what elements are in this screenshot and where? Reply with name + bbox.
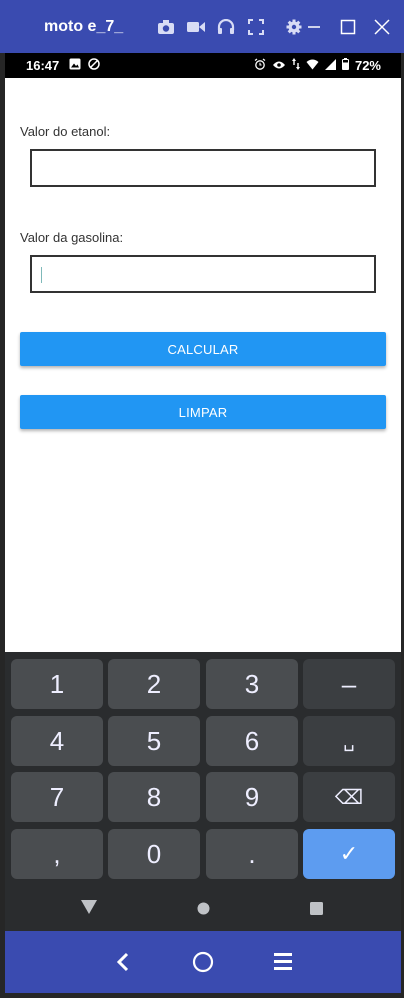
key-6[interactable]: 6 — [206, 716, 298, 766]
emulator-frame: moto e_7_ 16:47 72% Valor do etanol: Val… — [0, 0, 404, 998]
status-time: 16:47 — [26, 58, 60, 73]
key-3[interactable]: 3 — [206, 659, 298, 709]
menu-icon[interactable] — [274, 953, 292, 975]
fullscreen-icon[interactable] — [246, 17, 266, 37]
key-7[interactable]: 7 — [11, 772, 103, 822]
battery-percentage: 72% — [354, 58, 381, 73]
key-5[interactable]: 5 — [108, 716, 200, 766]
gasoline-label: Valor da gasolina: — [20, 230, 124, 245]
gear-icon[interactable] — [284, 17, 304, 37]
key-enter[interactable]: ✓ — [303, 829, 395, 879]
app-content: Valor do etanol: Valor da gasolina: CALC… — [5, 78, 401, 652]
key-comma[interactable]: , — [11, 829, 103, 879]
alarm-icon — [254, 58, 266, 73]
key-minus[interactable]: – — [303, 659, 395, 709]
signal-icon — [324, 58, 336, 73]
android-nav-bar — [5, 883, 401, 931]
headphones-icon[interactable] — [216, 17, 236, 37]
calculate-button[interactable]: CALCULAR — [20, 332, 386, 366]
ethanol-label: Valor do etanol: — [20, 124, 111, 139]
close-icon[interactable] — [372, 17, 392, 37]
eye-icon — [272, 58, 286, 73]
device-title: moto e_7_ — [44, 17, 124, 35]
key-1[interactable]: 1 — [11, 659, 103, 709]
camera-icon[interactable] — [156, 17, 176, 37]
minimize-icon[interactable] — [304, 17, 324, 37]
emulator-nav-bar — [5, 931, 401, 993]
key-8[interactable]: 8 — [108, 772, 200, 822]
back-triangle-icon[interactable] — [81, 900, 97, 919]
home-dot-icon[interactable] — [197, 902, 210, 920]
key-9[interactable]: 9 — [206, 772, 298, 822]
wifi-icon — [306, 58, 319, 73]
key-period[interactable]: . — [206, 829, 298, 879]
key-4[interactable]: 4 — [11, 716, 103, 766]
back-icon[interactable] — [116, 952, 130, 977]
ethanol-input[interactable] — [30, 149, 376, 187]
key-space[interactable]: ␣ — [303, 716, 395, 766]
recents-square-icon[interactable] — [310, 902, 323, 920]
numeric-keyboard: 1 2 3 – 4 5 6 ␣ 7 8 9 ⌫ , 0 . ✓ — [5, 652, 401, 883]
status-bar: 16:47 72% — [5, 53, 401, 78]
text-cursor — [41, 267, 42, 283]
image-notification-icon — [69, 58, 81, 73]
phone-screen: 16:47 72% Valor do etanol: Valor da gaso… — [5, 53, 401, 931]
key-0[interactable]: 0 — [108, 829, 200, 879]
maximize-icon[interactable] — [338, 17, 358, 37]
data-transfer-icon — [291, 58, 300, 73]
home-icon[interactable] — [192, 951, 214, 978]
clear-button[interactable]: LIMPAR — [20, 395, 386, 429]
gasoline-input[interactable] — [30, 255, 376, 293]
battery-icon — [341, 58, 349, 73]
key-2[interactable]: 2 — [108, 659, 200, 709]
sync-notification-icon — [88, 58, 100, 73]
emulator-title-bar: moto e_7_ — [0, 0, 404, 53]
key-backspace[interactable]: ⌫ — [303, 772, 395, 822]
video-icon[interactable] — [186, 17, 206, 37]
